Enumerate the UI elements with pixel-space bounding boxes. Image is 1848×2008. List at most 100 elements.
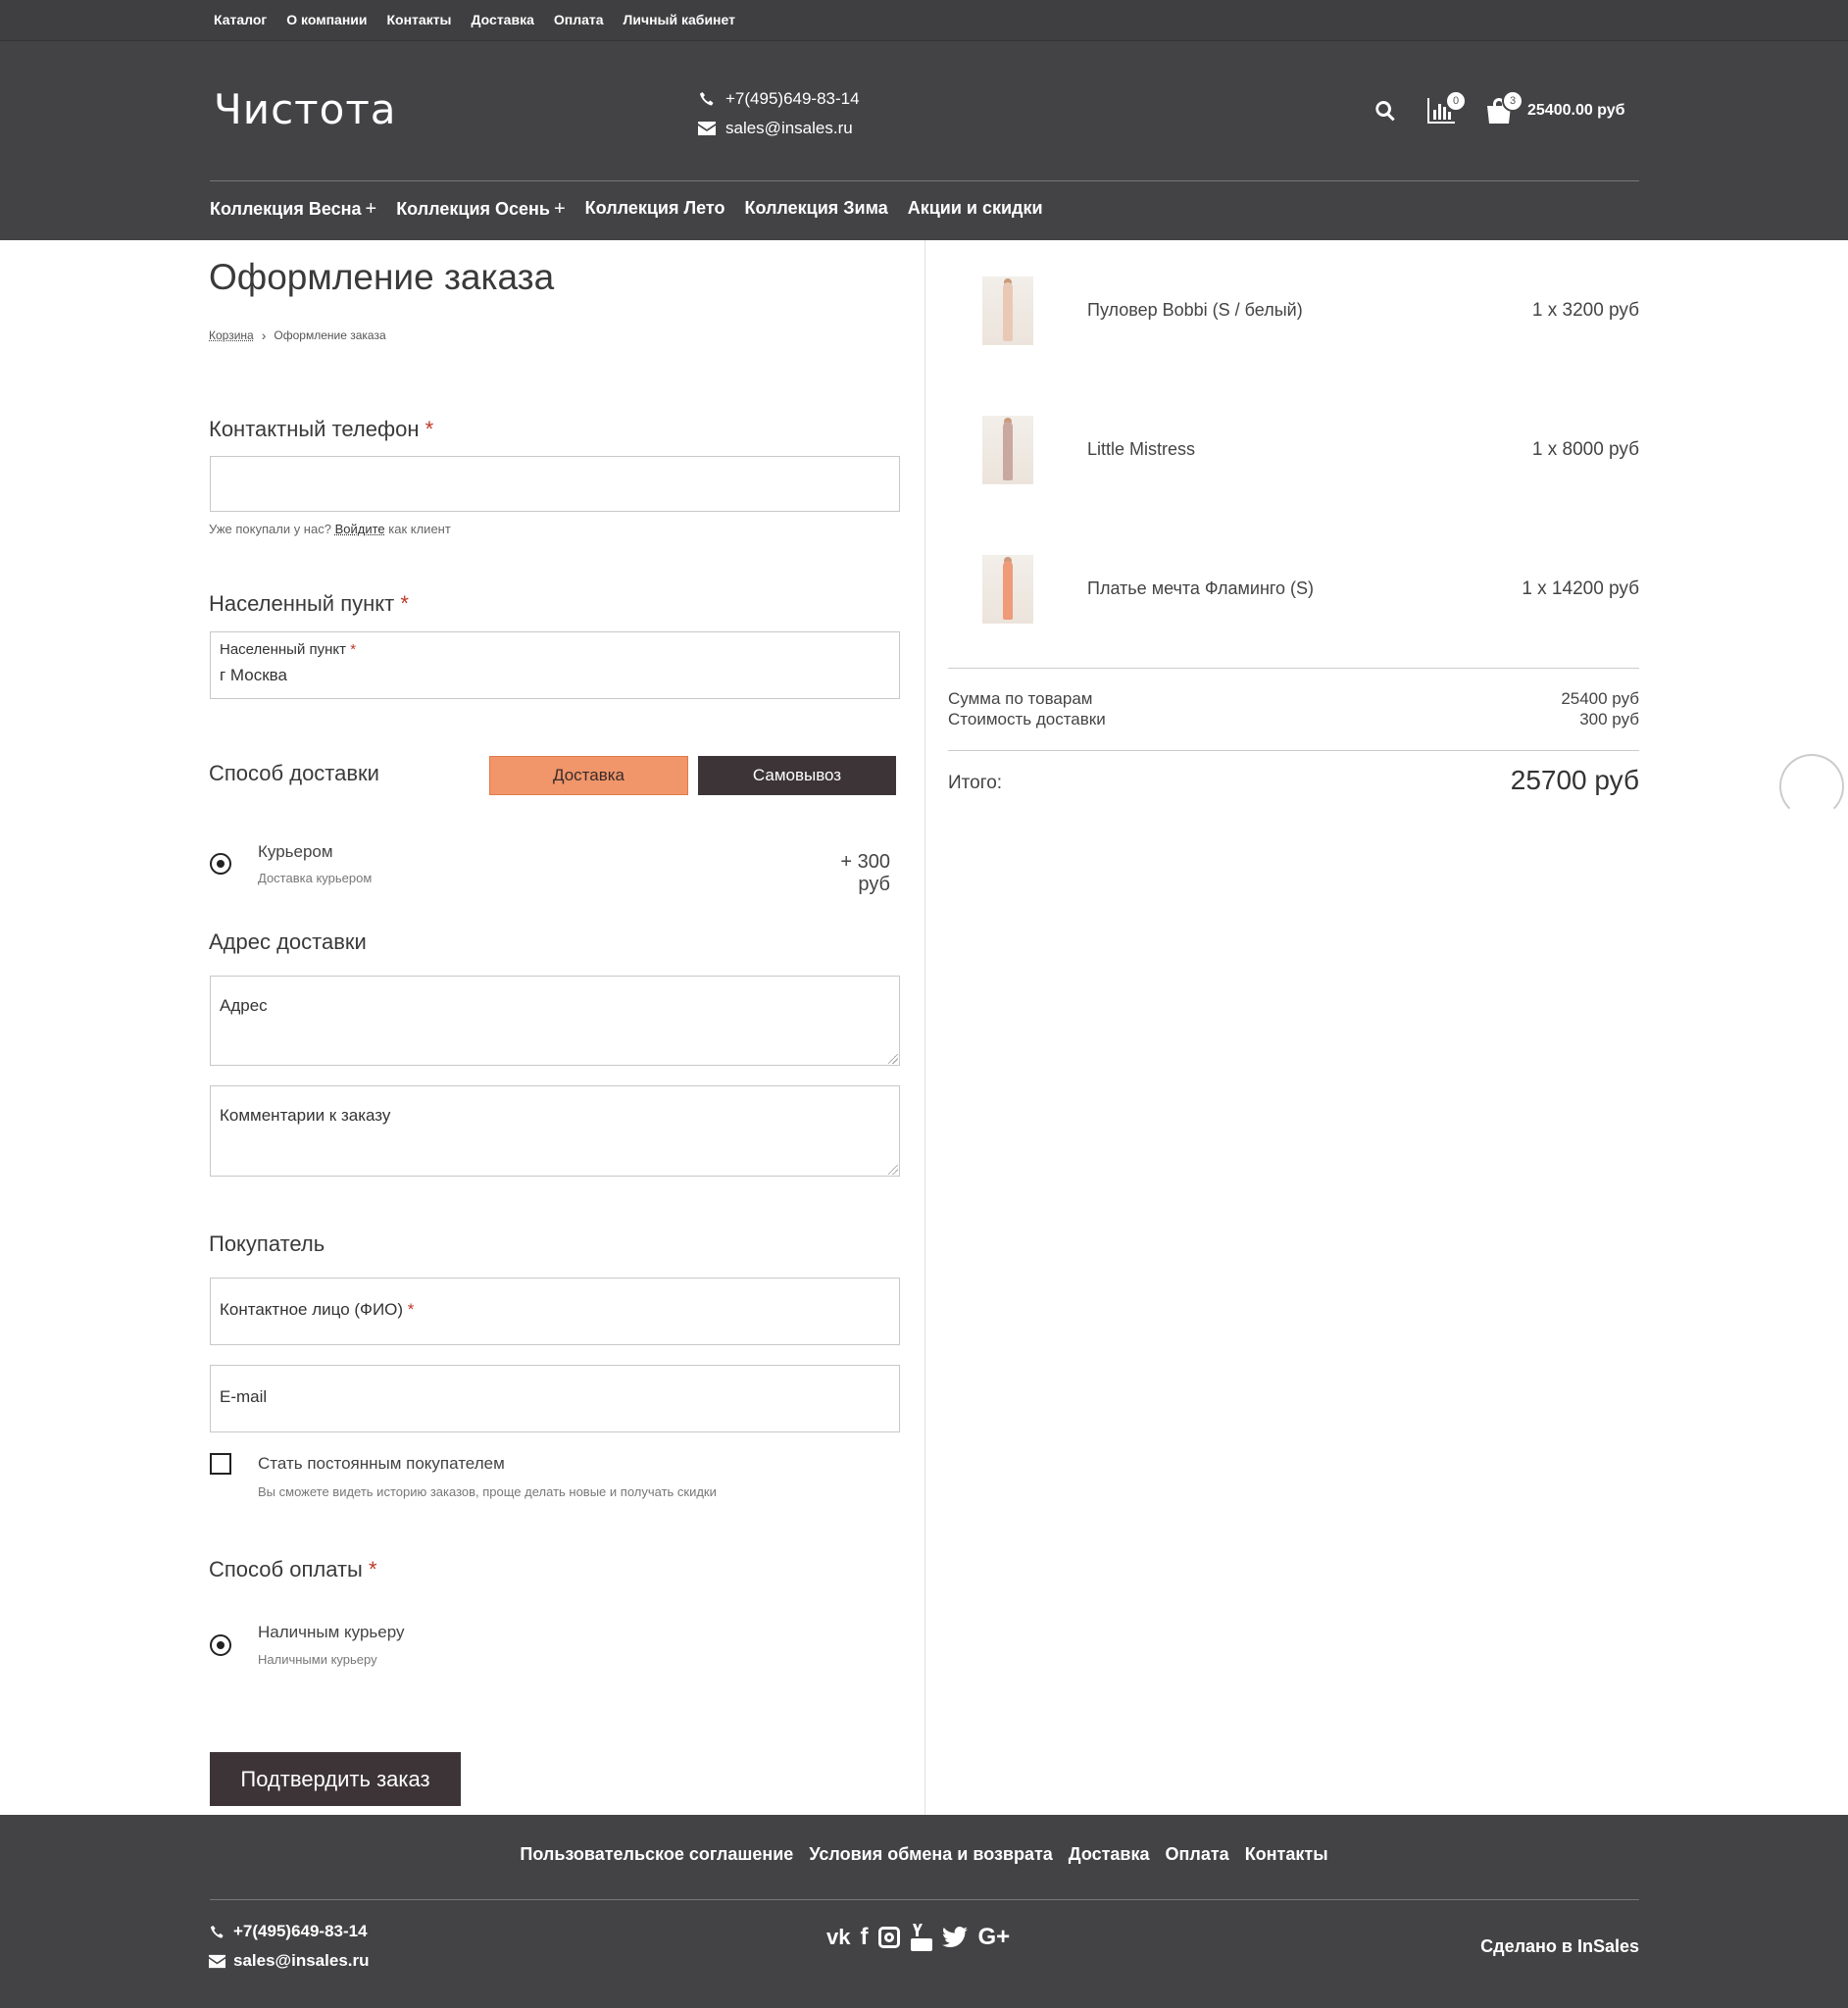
footer-email[interactable]: sales@insales.ru	[233, 1951, 370, 1971]
summary-divider	[948, 668, 1639, 669]
top-links: Каталог О компании Контакты Доставка Опл…	[214, 12, 735, 27]
cart-item: Пуловер Bobbi (S / белый) 1 x 3200 руб	[948, 276, 1639, 355]
logo[interactable]: Чистота	[214, 85, 397, 133]
page-title: Оформление заказа	[209, 257, 555, 297]
plus-icon: +	[365, 198, 377, 220]
required-mark: *	[400, 591, 409, 616]
footer-link-contacts[interactable]: Контакты	[1245, 1844, 1328, 1865]
phone-icon	[700, 92, 714, 106]
top-bar: Каталог О компании Контакты Доставка Опл…	[0, 0, 1848, 41]
subtotal-row: Сумма по товарам 25400 руб	[948, 689, 1639, 708]
email-input[interactable]: E-mail	[210, 1365, 900, 1432]
facebook-icon[interactable]: f	[860, 1923, 868, 1952]
search-icon	[1375, 101, 1395, 122]
resize-handle[interactable]	[888, 1165, 898, 1175]
footer-contacts: +7(495)649-83-14 sales@insales.ru	[209, 1917, 370, 1976]
payment-label: Способ оплаты *	[209, 1557, 377, 1581]
shipping-value: 300 руб	[1579, 710, 1639, 728]
address-placeholder: Адрес	[220, 996, 268, 1015]
product-qty-price: 1 x 8000 руб	[1531, 439, 1639, 460]
footer-phone[interactable]: +7(495)649-83-14	[233, 1922, 368, 1941]
comment-placeholder: Комментарии к заказу	[220, 1106, 391, 1125]
header-contacts: +7(495)649-83-14 sales@insales.ru	[698, 84, 860, 143]
shipping-row: Стоимость доставки 300 руб	[948, 710, 1639, 728]
column-divider	[924, 240, 925, 1815]
courier-price: + 300 руб	[840, 851, 890, 895]
regular-customer-title: Стать постоянным покупателем	[258, 1454, 505, 1473]
nav-summer[interactable]: Коллекция Лето	[585, 198, 725, 221]
cart-button[interactable]: 3	[1482, 90, 1523, 126]
search-button[interactable]	[1369, 96, 1402, 126]
compare-button[interactable]: 0	[1425, 90, 1467, 126]
product-thumbnail[interactable]	[982, 276, 1033, 345]
regular-customer-checkbox[interactable]	[210, 1453, 231, 1475]
subtotal-value: 25400 руб	[1561, 689, 1639, 708]
twitter-icon[interactable]	[942, 1923, 969, 1952]
breadcrumb: Корзина › Оформление заказа	[209, 327, 386, 343]
cart-item: Little Mistress 1 x 8000 руб	[948, 416, 1639, 494]
nav-spring[interactable]: Коллекция Весна +	[210, 198, 376, 221]
made-by[interactable]: Сделано в InSales	[1480, 1936, 1639, 1957]
nav-winter[interactable]: Коллекция Зима	[744, 198, 887, 221]
cart-count: 3	[1502, 90, 1523, 112]
pickup-tab-button[interactable]: Самовывоз	[698, 756, 896, 795]
header-email[interactable]: sales@insales.ru	[725, 119, 853, 138]
site-footer: Пользовательское соглашение Условия обме…	[0, 1815, 1848, 2008]
address-label: Адрес доставки	[209, 929, 367, 954]
total-divider	[948, 750, 1639, 751]
phone-input[interactable]	[210, 456, 900, 512]
product-name[interactable]: Платье мечта Фламинго (S)	[1087, 578, 1314, 599]
breadcrumb-cart[interactable]: Корзина	[209, 328, 254, 342]
address-textarea[interactable]: Адрес	[210, 976, 900, 1066]
product-qty-price: 1 x 14200 руб	[1522, 578, 1639, 599]
top-link-catalog[interactable]: Каталог	[214, 12, 267, 27]
breadcrumb-current: Оформление заказа	[274, 328, 386, 342]
header-phone[interactable]: +7(495)649-83-14	[725, 89, 860, 109]
resize-handle[interactable]	[888, 1054, 898, 1064]
city-value: г Москва	[220, 666, 287, 684]
nav-sales[interactable]: Акции и скидки	[908, 198, 1043, 221]
courier-title: Курьером	[258, 842, 333, 861]
product-name[interactable]: Little Mistress	[1087, 439, 1195, 460]
name-input[interactable]: Контактное лицо (ФИО) *	[210, 1278, 900, 1345]
scroll-top-button[interactable]	[1779, 754, 1844, 819]
top-link-delivery[interactable]: Доставка	[472, 12, 534, 27]
regular-customer-sub: Вы сможете видеть историю заказов, проще…	[258, 1484, 717, 1499]
top-link-account[interactable]: Личный кабинет	[624, 12, 735, 27]
instagram-icon[interactable]	[877, 1923, 901, 1952]
comment-textarea[interactable]: Комментарии к заказу	[210, 1085, 900, 1177]
name-placeholder: Контактное лицо (ФИО) *	[220, 1300, 415, 1319]
footer-link-payment[interactable]: Оплата	[1166, 1844, 1229, 1865]
product-thumbnail[interactable]	[982, 416, 1033, 484]
footer-link-delivery[interactable]: Доставка	[1069, 1844, 1150, 1865]
top-link-contacts[interactable]: Контакты	[387, 12, 452, 27]
courier-radio[interactable]	[210, 853, 231, 875]
top-link-payment[interactable]: Оплата	[554, 12, 604, 27]
top-link-about[interactable]: О компании	[286, 12, 367, 27]
cash-title: Наличным курьеру	[258, 1623, 405, 1641]
main-nav: Коллекция Весна + Коллекция Осень + Коллек…	[210, 198, 1043, 221]
youtube-icon[interactable]	[911, 1923, 933, 1952]
email-placeholder: E-mail	[220, 1387, 268, 1406]
product-thumbnail[interactable]	[982, 555, 1033, 624]
submit-order-button[interactable]: Подтвердить заказ	[210, 1752, 461, 1806]
buyer-label: Покупатель	[209, 1231, 325, 1256]
phone-icon	[210, 1925, 224, 1938]
header-divider	[210, 180, 1639, 181]
login-link[interactable]: Войдите	[335, 522, 385, 536]
cash-radio[interactable]	[210, 1634, 231, 1656]
google-plus-icon[interactable]: G+	[977, 1923, 1010, 1952]
compare-count: 0	[1445, 90, 1467, 112]
cart-total[interactable]: 25400.00 руб	[1527, 102, 1625, 120]
required-mark: *	[368, 1557, 377, 1581]
delivery-tab-button[interactable]: Доставка	[489, 756, 688, 795]
cart-item: Платье мечта Фламинго (S) 1 x 14200 руб	[948, 555, 1639, 633]
mail-icon	[209, 1954, 225, 1968]
vk-icon[interactable]: vk	[826, 1923, 850, 1952]
footer-link-agreement[interactable]: Пользовательское соглашение	[520, 1844, 793, 1865]
city-input[interactable]: Населенный пункт * г Москва	[210, 631, 900, 699]
product-name[interactable]: Пуловер Bobbi (S / белый)	[1087, 300, 1303, 321]
social-links: vk f G+	[826, 1923, 1010, 1952]
footer-link-returns[interactable]: Условия обмена и возврата	[809, 1844, 1052, 1865]
nav-autumn[interactable]: Коллекция Осень +	[396, 198, 565, 221]
